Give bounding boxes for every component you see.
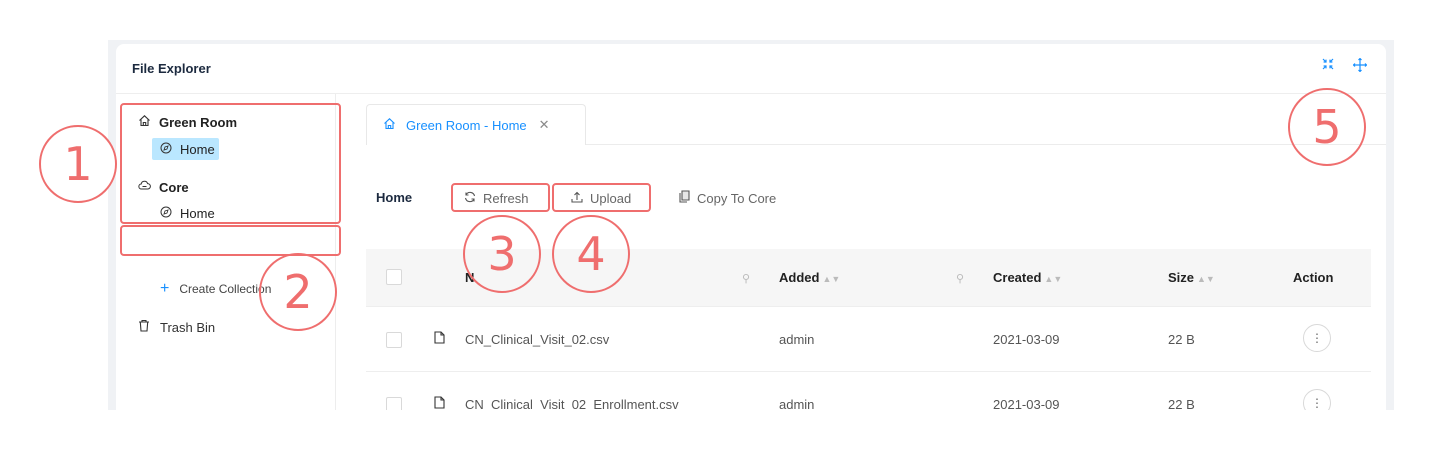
refresh-button[interactable]: Refresh [464,185,529,211]
plus-icon: + [160,280,170,297]
column-added[interactable]: Added ▲▼ [779,270,840,285]
file-added: admin [779,397,815,410]
trash-bin-item[interactable]: Trash Bin [138,319,215,335]
annotation-marker-2: 2 [259,253,337,331]
sort-icon: ▲▼ [822,274,841,284]
column-size[interactable]: Size ▲▼ [1168,270,1215,285]
close-icon[interactable]: ✕ [539,117,550,133]
column-created[interactable]: Created ▲▼ [993,270,1062,285]
tree-leaf-core-home[interactable]: Home [152,202,219,224]
copy-icon [679,190,690,206]
upload-icon [571,191,583,206]
copy-to-core-label: Copy To Core [697,190,777,206]
drag-icon[interactable] [1352,57,1368,74]
card-header: File Explorer [116,44,1386,94]
more-actions-button[interactable]: ⋮ [1303,324,1331,352]
upload-label: Upload [590,190,632,206]
search-icon[interactable]: ⚲ [742,272,750,285]
create-collection-button[interactable]: + Create Collection [160,280,272,297]
tab-green-room-home[interactable]: Green Room - Home ✕ [366,104,586,145]
tree-group-green-room[interactable]: Green Room [138,114,237,130]
column-action: Action [1293,270,1334,285]
compass-icon [160,206,172,221]
column-added-label: Added [779,270,820,285]
home-icon [383,117,396,133]
annotation-marker-1: 1 [39,125,117,203]
column-created-label: Created [993,270,1042,285]
create-collection-label: Create Collection [179,282,272,296]
file-name[interactable]: CN_Clinical_Visit_02.csv [465,332,609,347]
tree-group-core[interactable]: Core [138,179,189,195]
sort-icon: ▲▼ [1044,274,1063,284]
row-checkbox[interactable] [386,332,402,348]
sidebar: Green Room Home Core Home + Create Colle… [116,94,336,410]
column-size-label: Size [1168,270,1195,285]
tab-label: Green Room - Home [406,117,527,133]
refresh-label: Refresh [483,190,529,206]
refresh-icon [464,191,476,206]
copy-to-core-button[interactable]: Copy To Core [679,185,776,211]
home-icon [138,114,151,130]
file-explorer-card: File Explorer Green Room Home Core Home … [116,44,1386,410]
file-icon [434,396,445,410]
file-size: 22 B [1168,397,1195,410]
table-row[interactable]: CN_Clinical_Visit_02.csv admin 2021-03-0… [366,307,1371,372]
tree-group-label: Green Room [159,114,238,130]
more-actions-button[interactable]: ⋮ [1303,389,1331,410]
file-added: admin [779,332,815,347]
cloud-icon [138,179,151,195]
upload-button[interactable]: Upload [571,185,631,211]
tree-group-label: Core [159,179,189,195]
table-row[interactable]: CN_Clinical_Visit_02_Enrollment.csv admi… [366,372,1371,410]
file-created: 2021-03-09 [993,397,1060,410]
tree-leaf-label: Home [180,141,215,157]
search-icon[interactable]: ⚲ [956,272,964,285]
trash-icon [138,319,150,335]
card-title: File Explorer [132,61,211,76]
file-created: 2021-03-09 [993,332,1060,347]
row-checkbox[interactable] [386,397,402,410]
annotation-marker-4: 4 [552,215,630,293]
compass-icon [160,142,172,157]
collapse-icon[interactable] [1320,58,1336,74]
tree-leaf-label: Home [180,205,215,221]
file-name[interactable]: CN_Clinical_Visit_02_Enrollment.csv [465,397,679,410]
file-icon [434,331,445,347]
select-all-checkbox[interactable] [386,269,402,285]
tab-divider [586,144,1386,145]
annotation-marker-5: 5 [1288,88,1366,166]
sort-icon: ▲▼ [1197,274,1215,284]
trash-bin-label: Trash Bin [160,319,216,335]
toolbar-title: Home [376,190,413,205]
file-size: 22 B [1168,332,1195,347]
tree-leaf-green-room-home[interactable]: Home [152,138,219,160]
annotation-marker-3: 3 [463,215,541,293]
